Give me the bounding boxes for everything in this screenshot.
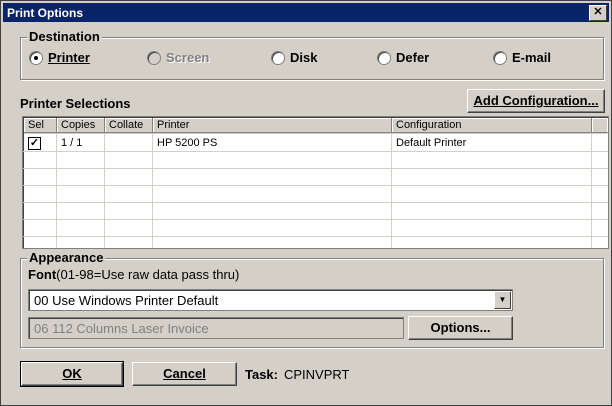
radio-label: E-mail <box>512 50 552 65</box>
sel-checkbox[interactable]: ✓ <box>28 137 41 150</box>
layout-field-value: 06 112 Columns Laser Invoice <box>34 321 209 336</box>
column-printer[interactable]: Printer <box>153 118 392 133</box>
grid-hline <box>23 236 608 237</box>
task-value: CPINVPRT <box>284 367 350 382</box>
grid-hline <box>23 185 608 186</box>
printer-cell: HP 5200 PS <box>157 137 218 149</box>
radio-disk[interactable]: Disk <box>271 50 317 65</box>
table-row[interactable]: ✓ 1 / 1 HP 5200 PS Default Printer <box>23 135 606 151</box>
column-collate[interactable]: Collate <box>105 118 153 133</box>
task-label: Task: <box>245 367 278 382</box>
printer-grid[interactable]: Sel Copies Collate Printer Configuration… <box>22 116 609 249</box>
grid-header: Sel Copies Collate Printer Configuration <box>24 118 608 134</box>
ok-button[interactable]: OK <box>20 361 124 387</box>
grid-hline <box>23 151 608 152</box>
grid-hline <box>23 219 608 220</box>
column-configuration[interactable]: Configuration <box>392 118 592 133</box>
title-bar: Print Options ✕ <box>3 3 609 22</box>
cancel-button[interactable]: Cancel <box>132 362 237 386</box>
close-button[interactable]: ✕ <box>589 5 607 21</box>
radio-printer[interactable]: Printer <box>29 50 90 65</box>
add-configuration-button[interactable]: Add Configuration... <box>467 89 605 113</box>
font-select[interactable]: 00 Use Windows Printer Default ▼ <box>28 289 513 311</box>
chevron-down-icon[interactable]: ▼ <box>494 291 511 309</box>
destination-options: Printer Screen Disk Defer E-mail <box>29 50 589 66</box>
window-title: Print Options <box>7 6 83 20</box>
radio-dot <box>493 50 507 65</box>
radio-defer[interactable]: Defer <box>377 50 429 65</box>
font-select-value: 00 Use Windows Printer Default <box>34 293 219 308</box>
radio-dot <box>147 50 161 65</box>
column-filler <box>592 118 608 133</box>
radio-email[interactable]: E-mail <box>493 50 551 65</box>
radio-screen[interactable]: Screen <box>147 50 209 65</box>
printer-selections-label: Printer Selections <box>20 96 131 111</box>
appearance-label: Appearance <box>27 250 106 265</box>
radio-label: Screen <box>166 50 210 65</box>
destination-label: Destination <box>27 29 102 44</box>
print-options-dialog: Print Options ✕ Destination Printer Scre… <box>0 0 612 406</box>
radio-dot <box>271 50 285 65</box>
grid-hline <box>23 202 608 203</box>
font-label: Font <box>28 267 57 282</box>
options-button[interactable]: Options... <box>408 316 513 340</box>
radio-label: Printer <box>48 50 90 65</box>
radio-dot <box>377 50 391 65</box>
column-sel[interactable]: Sel <box>24 118 57 133</box>
font-label-row: Font(01-98=Use raw data pass thru) <box>28 267 239 282</box>
column-copies[interactable]: Copies <box>57 118 105 133</box>
radio-dot <box>29 50 43 65</box>
layout-field: 06 112 Columns Laser Invoice <box>28 317 404 339</box>
radio-label: Defer <box>396 50 430 65</box>
copies-cell: 1 / 1 <box>61 137 83 149</box>
radio-label: Disk <box>290 50 318 65</box>
font-hint: (01-98=Use raw data pass thru) <box>56 267 240 282</box>
configuration-cell: Default Printer <box>396 137 467 149</box>
grid-hline <box>23 168 608 169</box>
